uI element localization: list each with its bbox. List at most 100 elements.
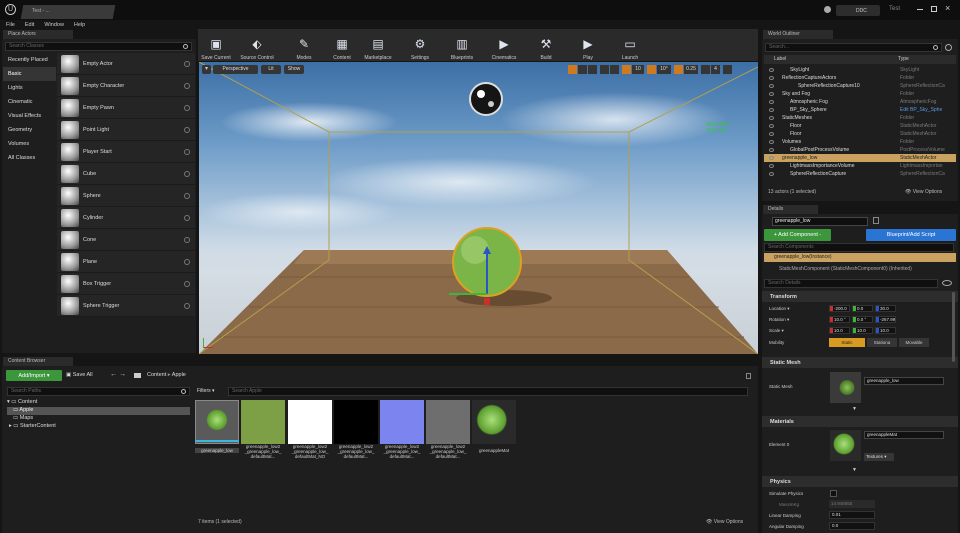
- outliner-row[interactable]: SphereReflectionCapture10 SphereReflectio…: [764, 82, 956, 90]
- camera-speed-icon[interactable]: [701, 65, 710, 74]
- mobility-stationary[interactable]: Stationa: [867, 338, 897, 347]
- outliner-row[interactable]: StaticMeshes Folder: [764, 114, 956, 122]
- tree-item-content[interactable]: ▾ ▭ Content: [7, 399, 190, 407]
- outliner-row[interactable]: LightmassImportanceVolume LightmassImport…: [764, 162, 956, 170]
- settings-button[interactable]: ⚙ Settings: [402, 26, 438, 64]
- history-forward-icon[interactable]: →: [119, 371, 126, 378]
- rotate-tool-icon[interactable]: [578, 65, 587, 74]
- rotation-x[interactable]: 10.0 °: [829, 316, 850, 323]
- outliner-row[interactable]: SphereReflectionCapture SphereReflectionC…: [764, 170, 956, 178]
- rotation-snap-icon[interactable]: [647, 65, 656, 74]
- menu-help[interactable]: Help: [74, 22, 85, 28]
- history-back-icon[interactable]: ←: [110, 371, 117, 378]
- material-dropdown[interactable]: greenappleMat: [864, 431, 944, 439]
- outliner-row[interactable]: Floor StaticMeshActor: [764, 122, 956, 130]
- visibility-eye-icon[interactable]: [769, 108, 774, 112]
- category-recently-placed[interactable]: Recently Placed: [3, 53, 56, 67]
- perspective-button[interactable]: Perspective: [213, 65, 258, 74]
- filters-button[interactable]: Filters ▾: [197, 388, 215, 394]
- menu-file[interactable]: File: [6, 22, 15, 28]
- actor-item-sphere-trigger[interactable]: Sphere Trigger: [57, 295, 195, 317]
- asset-thumb-greenapple-mat[interactable]: [472, 400, 516, 444]
- visibility-eye-icon[interactable]: [769, 116, 774, 120]
- outliner-row[interactable]: Volumes Folder: [764, 138, 956, 146]
- scale-x[interactable]: 10.0: [829, 327, 850, 334]
- tree-item-startercontent[interactable]: ▸ ▭ StarterContent: [7, 423, 190, 431]
- actor-item-empty-actor[interactable]: Empty Actor: [57, 53, 195, 75]
- outliner-search-input[interactable]: Search...: [765, 43, 942, 52]
- actor-item-sphere[interactable]: Sphere: [57, 185, 195, 207]
- scale-tool-icon[interactable]: [588, 65, 597, 74]
- grid-snap-icon[interactable]: [622, 65, 631, 74]
- translate-tool-icon[interactable]: [568, 65, 577, 74]
- category-all-classes[interactable]: All Classes: [3, 151, 56, 165]
- outliner-row[interactable]: SkyLight SkyLight: [764, 66, 956, 74]
- materials-section[interactable]: Materials: [762, 416, 958, 427]
- mass-field[interactable]: 14.948655: [829, 500, 875, 508]
- visibility-eye-icon[interactable]: [769, 172, 774, 176]
- actor-item-player-start[interactable]: Player Start: [57, 141, 195, 163]
- search-paths-input[interactable]: Search Paths: [7, 387, 190, 396]
- marketplace-button[interactable]: ▤ Marketplace: [360, 26, 396, 64]
- tree-item-maps[interactable]: ▭ Maps: [7, 415, 190, 423]
- outliner-row[interactable]: BP_Sky_Sphere Edit BP_Sky_Sphe: [764, 106, 956, 114]
- asset-thumb-texture-diffuse[interactable]: [241, 400, 285, 444]
- blueprint-add-script-button[interactable]: Blueprint/Add Script: [866, 229, 956, 241]
- angular-damping-field[interactable]: 0.0: [829, 522, 875, 530]
- rotation-y[interactable]: 0.0 °: [852, 316, 873, 323]
- details-tab[interactable]: Details: [763, 205, 818, 214]
- category-visual-effects[interactable]: Visual Effects: [3, 109, 56, 123]
- world-outliner-tab[interactable]: World Outliner: [763, 30, 833, 39]
- actor-name-field[interactable]: greenapple_low: [772, 217, 868, 226]
- category-cinematic[interactable]: Cinematic: [3, 95, 56, 109]
- static-mesh-dropdown[interactable]: greenapple_low: [864, 377, 944, 385]
- asset-thumb-texture-black[interactable]: [334, 400, 378, 444]
- search-components-input[interactable]: Search Components: [764, 243, 954, 252]
- rotation-z[interactable]: -267.99: [875, 316, 896, 323]
- camera-speed-value[interactable]: 4: [711, 65, 720, 74]
- visibility-eye-icon[interactable]: [769, 140, 774, 144]
- category-geometry[interactable]: Geometry: [3, 123, 56, 137]
- viewport[interactable]: ▾ Perspective Lit Show 10 10° 0.25 4 60.…: [199, 62, 758, 354]
- textures-dropdown[interactable]: Textures ▾: [864, 453, 894, 461]
- blueprints-button[interactable]: ▥ Blueprints: [444, 26, 480, 64]
- visibility-eye-icon[interactable]: [769, 100, 774, 104]
- column-label-header[interactable]: Label: [774, 56, 786, 62]
- scale-y[interactable]: 10.0: [852, 327, 873, 334]
- transform-section[interactable]: Transform: [762, 291, 958, 302]
- actor-item-cube[interactable]: Cube: [57, 163, 195, 185]
- actor-item-empty-pawn[interactable]: Empty Pawn: [57, 97, 195, 119]
- outliner-view-options[interactable]: 👁 View Options: [905, 189, 942, 195]
- asset-thumb-texture-gray[interactable]: [426, 400, 470, 444]
- outliner-row[interactable]: Sky and Fog Folder: [764, 90, 956, 98]
- lock-icon[interactable]: [746, 373, 751, 379]
- scale-z[interactable]: 10.0: [875, 327, 896, 334]
- cinematics-button[interactable]: ▶ Cinematics: [486, 26, 522, 64]
- maximize-viewport-icon[interactable]: [723, 65, 732, 74]
- visibility-eye-icon[interactable]: [769, 92, 774, 96]
- save-current-button[interactable]: ▣ Save Current: [198, 26, 234, 64]
- category-volumes[interactable]: Volumes: [3, 137, 56, 151]
- outliner-settings-icon[interactable]: [945, 44, 952, 51]
- location-z[interactable]: 30.0: [875, 305, 896, 312]
- tree-item-apple[interactable]: ▭ Apple: [7, 407, 190, 415]
- scale-snap-icon[interactable]: [674, 65, 683, 74]
- outliner-row[interactable]: Atmospheric Fog AtmosphericFog: [764, 98, 956, 106]
- surface-snap-icon[interactable]: [610, 65, 619, 74]
- instance-row[interactable]: greenapple_low(Instance): [764, 253, 956, 262]
- grid-size[interactable]: 10: [632, 65, 644, 74]
- column-type-header[interactable]: Type: [898, 56, 909, 62]
- viewport-options-button[interactable]: ▾: [202, 65, 211, 74]
- menu-window[interactable]: Window: [44, 22, 64, 28]
- category-basic[interactable]: Basic: [3, 67, 56, 81]
- add-import-button[interactable]: Add/Import ▾: [6, 370, 62, 381]
- show-button[interactable]: Show: [284, 65, 304, 74]
- search-classes-input[interactable]: Search Classes: [5, 42, 192, 51]
- actor-item-point-light[interactable]: Point Light: [57, 119, 195, 141]
- expand-arrow-icon[interactable]: ▼: [852, 406, 857, 412]
- category-lights[interactable]: Lights: [3, 81, 56, 95]
- search-details-input[interactable]: Search Details: [764, 279, 938, 288]
- outliner-row[interactable]: ReflectionCaptureActors Folder: [764, 74, 956, 82]
- details-scrollbar[interactable]: [952, 292, 955, 362]
- notifications-icon[interactable]: [824, 6, 831, 13]
